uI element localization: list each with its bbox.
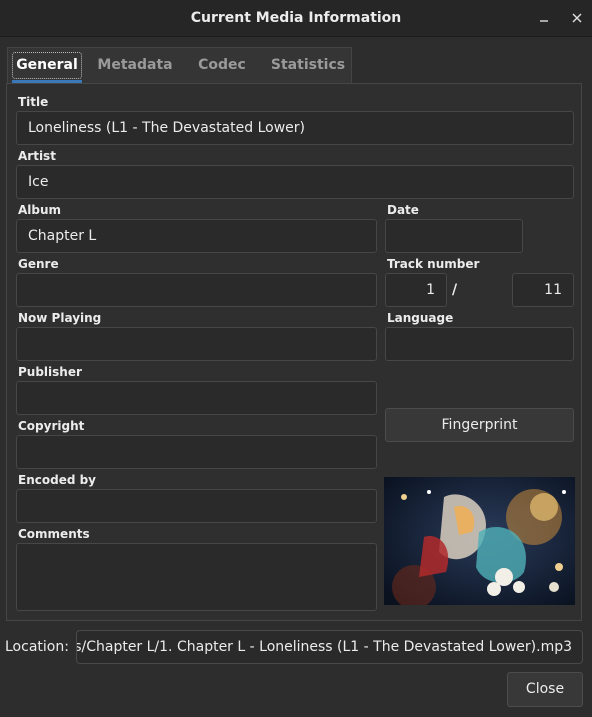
track-number-field[interactable]: 1 [385, 273, 447, 307]
date-field[interactable] [385, 219, 523, 253]
publisher-label: Publisher [18, 365, 82, 379]
title-label: Title [18, 95, 49, 109]
tab-codec-label: Codec [198, 57, 246, 73]
copyright-label: Copyright [18, 419, 85, 433]
artist-field[interactable]: Ice [16, 165, 574, 199]
comments-label: Comments [18, 527, 90, 541]
album-art-image [384, 477, 575, 609]
artist-label: Artist [18, 149, 56, 163]
title-field[interactable]: Loneliness (L1 - The Devastated Lower) [16, 111, 574, 145]
close-icon [572, 13, 582, 23]
comments-field[interactable] [16, 543, 377, 611]
window-title: Current Media Information [190, 10, 402, 26]
language-label: Language [387, 311, 454, 325]
now-playing-label: Now Playing [18, 311, 102, 325]
copyright-field[interactable] [16, 435, 377, 469]
minimize-button[interactable] [532, 6, 556, 30]
genre-field[interactable] [16, 273, 377, 307]
tab-metadata[interactable]: Metadata [91, 47, 179, 83]
track-total-field[interactable]: 11 [512, 273, 574, 307]
publisher-field[interactable] [16, 381, 377, 415]
track-separator: / [452, 282, 458, 298]
now-playing-field[interactable] [16, 327, 377, 361]
location-value: oads/Chapter L/1. Chapter L - Loneliness… [76, 639, 572, 655]
fingerprint-button[interactable]: Fingerprint [385, 408, 574, 442]
close-window-button[interactable] [565, 6, 589, 30]
title-bar: Current Media Information [0, 0, 592, 37]
tab-statistics-label: Statistics [270, 57, 346, 73]
language-field[interactable] [385, 327, 574, 361]
encoded-by-field[interactable] [16, 489, 377, 523]
album-field[interactable]: Chapter L [16, 219, 377, 253]
tab-general[interactable]: General [7, 47, 87, 83]
tab-statistics[interactable]: Statistics [265, 47, 351, 83]
album-art-graphic [384, 477, 575, 609]
tab-codec[interactable]: Codec [187, 47, 257, 83]
track-number-label: Track number [387, 257, 480, 271]
date-label: Date [387, 203, 419, 217]
album-label: Album [18, 203, 62, 217]
location-label: Location: [5, 639, 69, 655]
location-field[interactable]: oads/Chapter L/1. Chapter L - Loneliness… [76, 630, 583, 664]
tab-metadata-label: Metadata [97, 57, 173, 73]
close-button[interactable]: Close [507, 672, 583, 707]
minimize-icon [540, 20, 548, 22]
genre-label: Genre [18, 257, 59, 271]
encoded-by-label: Encoded by [18, 473, 97, 487]
